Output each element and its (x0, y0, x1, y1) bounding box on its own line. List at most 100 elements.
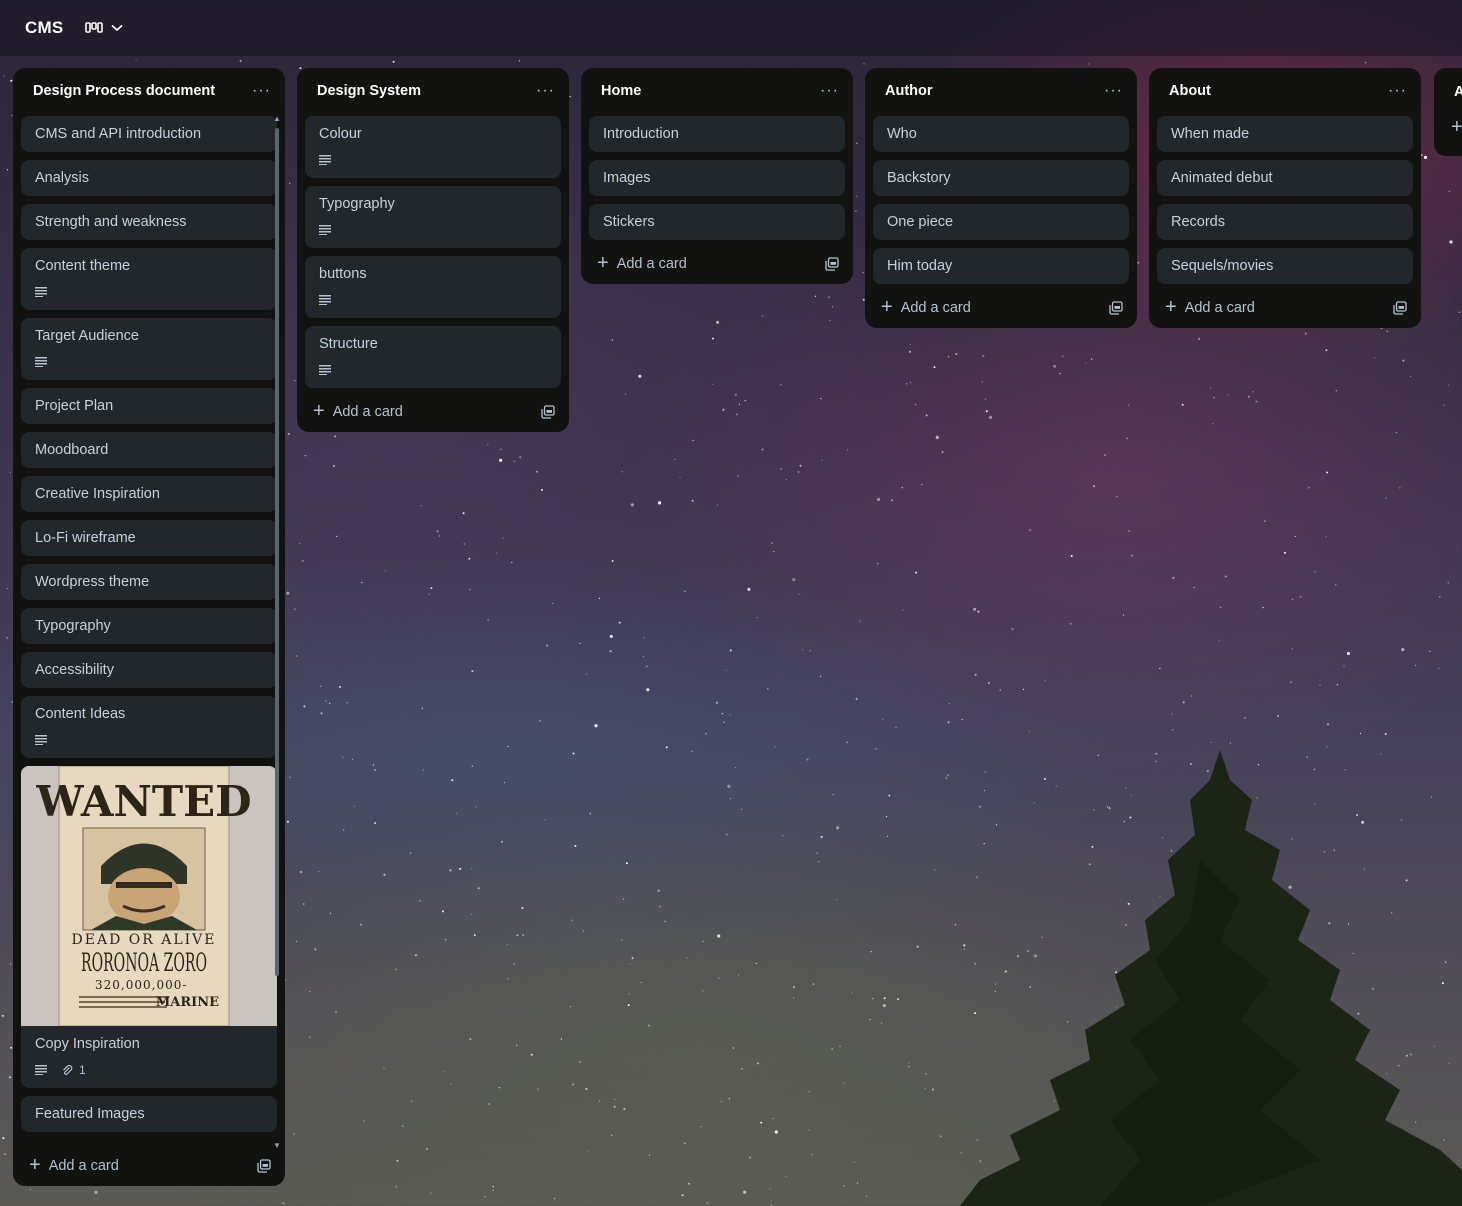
card[interactable]: Animated debut (1157, 160, 1413, 196)
create-from-template-button[interactable] (541, 405, 555, 419)
star (334, 435, 337, 438)
card[interactable]: Who (873, 116, 1129, 152)
create-from-template-button[interactable] (1109, 301, 1123, 315)
card[interactable]: Sequels/movies (1157, 248, 1413, 284)
card-title: Content Ideas (35, 706, 126, 722)
add-card-button[interactable]: + Add a card (29, 1155, 119, 1175)
list-header[interactable]: Design Process document ··· (13, 68, 285, 114)
star (329, 912, 332, 914)
card[interactable]: When made (1157, 116, 1413, 152)
star (859, 620, 861, 622)
card[interactable]: Structure (305, 326, 561, 388)
card[interactable]: Colour (305, 116, 561, 178)
card[interactable]: Lo-Fi wireframe (21, 520, 277, 556)
list-menu-button[interactable]: ··· (1104, 83, 1123, 99)
card-title: Colour (319, 126, 362, 142)
list-partial[interactable]: A + (1434, 68, 1462, 156)
star (914, 404, 917, 406)
star (487, 444, 489, 446)
add-card-button[interactable]: + Add a card (597, 252, 687, 274)
card[interactable]: buttons (305, 256, 561, 318)
list-footer: + Add a card (13, 1146, 285, 1186)
star (855, 697, 858, 700)
list-scrollbar[interactable]: ▲ ▼ (273, 114, 281, 1150)
star (420, 505, 422, 507)
scroll-down-arrow[interactable]: ▼ (273, 1141, 281, 1150)
card[interactable]: Typography (305, 186, 561, 248)
card[interactable]: Images (589, 160, 845, 196)
list-title[interactable]: Author (885, 83, 933, 99)
card[interactable]: Records (1157, 204, 1413, 240)
star (544, 819, 547, 821)
create-from-template-button[interactable] (825, 257, 839, 271)
create-from-template-button[interactable] (257, 1159, 271, 1173)
attachment-count: 1 (79, 1063, 86, 1077)
star (727, 784, 731, 788)
card[interactable]: Target Audience (21, 318, 277, 380)
plus-icon: + (597, 252, 609, 274)
list-header[interactable]: About ··· (1149, 68, 1421, 114)
list-header[interactable]: Design System ··· (297, 68, 569, 114)
add-card-button[interactable]: + Add a card (1165, 297, 1255, 317)
list-title[interactable]: Home (601, 83, 641, 99)
star (716, 320, 720, 324)
list-menu-button[interactable]: ··· (1388, 83, 1407, 99)
add-card-button[interactable]: + Add a card (313, 401, 403, 421)
card[interactable]: Content theme (21, 248, 277, 310)
star (299, 542, 301, 545)
card[interactable]: Introduction (589, 116, 845, 152)
star (1053, 364, 1057, 368)
board-title[interactable]: CMS (25, 18, 63, 38)
card[interactable]: Analysis (21, 160, 277, 196)
star (571, 919, 573, 921)
card[interactable]: WANTED DEAD OR ALIVE RORONOA ZORO 320,000,0… (21, 766, 277, 1088)
scroll-up-arrow[interactable]: ▲ (273, 114, 281, 123)
card[interactable]: Backstory (873, 160, 1129, 196)
star (1359, 732, 1362, 735)
list-title[interactable]: Design Process document (33, 83, 215, 99)
card[interactable]: Featured Images (21, 1096, 277, 1132)
card-title: Moodboard (35, 442, 109, 458)
list-title[interactable]: Design System (317, 83, 421, 99)
attachment-badge: 1 (61, 1063, 86, 1077)
star (843, 1185, 845, 1187)
card[interactable]: Typography (21, 608, 277, 644)
card[interactable]: Stickers (589, 204, 845, 240)
card-title: Sequels/movies (1171, 258, 1274, 274)
list-header[interactable]: Author ··· (865, 68, 1137, 114)
list-menu-button[interactable]: ··· (820, 83, 839, 99)
card[interactable]: Accessibility (21, 652, 277, 688)
attachment-icon (63, 1064, 73, 1075)
star (839, 1045, 841, 1047)
star (456, 812, 458, 815)
list-menu-button[interactable]: ··· (252, 83, 271, 99)
add-card-button[interactable]: + Add a card (881, 297, 971, 317)
card[interactable]: Creative Inspiration (21, 476, 277, 512)
star (1172, 729, 1174, 731)
card[interactable]: Him today (873, 248, 1129, 284)
card-cover-image[interactable]: WANTED DEAD OR ALIVE RORONOA ZORO 320,000,0… (21, 766, 277, 1027)
star (811, 1153, 813, 1156)
card[interactable]: Wordpress theme (21, 564, 277, 600)
board-view-switcher[interactable] (85, 22, 123, 34)
list-header[interactable]: Home ··· (581, 68, 853, 114)
card[interactable]: Strength and weakness (21, 204, 277, 240)
star (692, 439, 694, 441)
card[interactable]: Content Ideas (21, 696, 277, 758)
star (720, 1100, 723, 1102)
star (471, 868, 473, 870)
card[interactable]: Moodboard (21, 432, 277, 468)
card[interactable]: Project Plan (21, 388, 277, 424)
list-menu-button[interactable]: ··· (536, 83, 555, 99)
add-card-icon[interactable]: + (1451, 116, 1462, 139)
create-from-template-button[interactable] (1393, 301, 1407, 315)
card[interactable]: CMS and API introduction (21, 116, 277, 152)
star (492, 1186, 494, 1188)
star (812, 983, 815, 986)
list-title[interactable]: About (1169, 83, 1211, 99)
star (6, 636, 9, 639)
card[interactable]: One piece (873, 204, 1129, 240)
star (732, 1047, 735, 1049)
star (332, 465, 335, 467)
scrollbar-thumb[interactable] (275, 128, 279, 976)
